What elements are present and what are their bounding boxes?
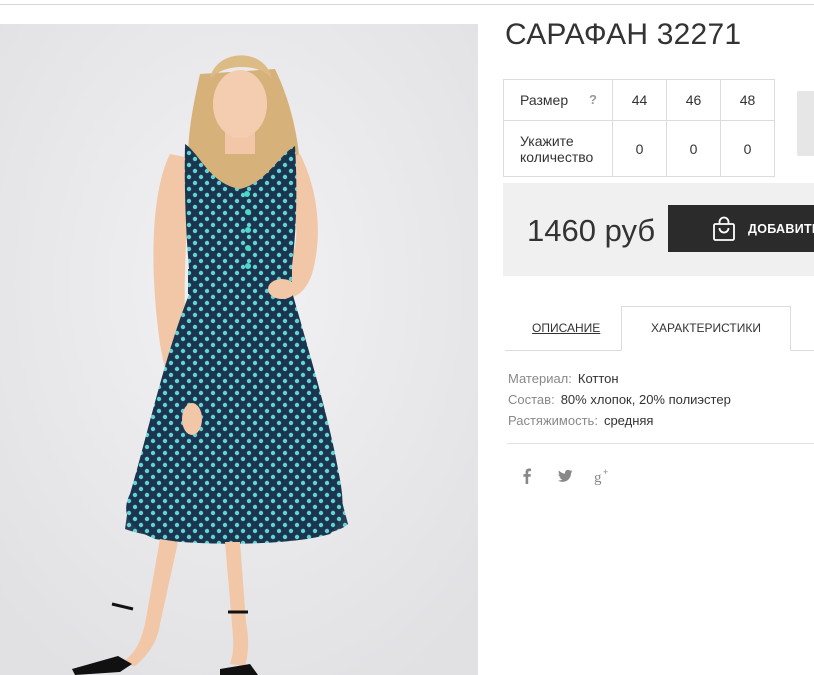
quantity-label: Укажите количество	[520, 132, 594, 165]
characteristic-row: Материал: Коттон	[508, 368, 731, 389]
google-plus-icon[interactable]: g +	[594, 467, 612, 485]
size-table: Размер ? 44 46 48 Укажите количество 0 0…	[503, 79, 775, 177]
characteristic-key: Материал:	[508, 371, 572, 386]
characteristic-value: 80% хлопок, 20% полиэстер	[560, 392, 731, 407]
section-divider	[507, 443, 814, 444]
characteristic-value: средняя	[603, 413, 654, 428]
quantity-input-48[interactable]: 0	[720, 120, 775, 177]
add-to-cart-label: ДОБАВИТЬ	[748, 221, 814, 236]
svg-text:g: g	[594, 470, 602, 485]
tab-description[interactable]: ОПИСАНИЕ	[532, 321, 600, 335]
product-tabs: ОПИСАНИЕ ХАРАКТЕРИСТИКИ	[505, 306, 814, 351]
characteristic-key: Состав:	[508, 392, 555, 407]
characteristic-row: Состав: 80% хлопок, 20% полиэстер	[508, 389, 731, 410]
characteristic-key: Растяжимость:	[508, 413, 598, 428]
characteristic-value: Коттон	[577, 371, 619, 386]
add-to-cart-button[interactable]: ДОБАВИТЬ	[668, 205, 814, 252]
dress-model-illustration	[0, 24, 478, 675]
size-help-icon[interactable]: ?	[589, 92, 597, 107]
size-option-46[interactable]: 46	[666, 79, 721, 121]
product-title: САРАФАН 32271	[505, 18, 742, 51]
shopping-bag-icon	[713, 216, 735, 241]
product-photo[interactable]	[0, 24, 478, 675]
size-label-cell: Размер ?	[503, 79, 613, 121]
twitter-icon[interactable]	[556, 467, 574, 485]
size-label: Размер	[520, 92, 569, 108]
price-box: 1460 руб ДОБАВИТЬ	[503, 183, 814, 276]
quantity-input-44[interactable]: 0	[612, 120, 667, 177]
size-option-48[interactable]: 48	[720, 79, 775, 121]
svg-text:+: +	[603, 467, 608, 477]
social-share: g +	[518, 467, 612, 485]
facebook-icon[interactable]	[518, 467, 536, 485]
tab-characteristics[interactable]: ХАРАКТЕРИСТИКИ	[621, 306, 791, 351]
quantity-input-46[interactable]: 0	[666, 120, 721, 177]
size-option-44[interactable]: 44	[612, 79, 667, 121]
price: 1460 руб	[527, 213, 656, 248]
side-thumbnail[interactable]	[797, 91, 814, 156]
characteristic-row: Растяжимость: средняя	[508, 410, 731, 431]
characteristics-list: Материал: Коттон Состав: 80% хлопок, 20% п…	[508, 368, 731, 431]
top-divider	[0, 4, 814, 5]
quantity-label-cell: Укажите количество	[503, 120, 613, 177]
